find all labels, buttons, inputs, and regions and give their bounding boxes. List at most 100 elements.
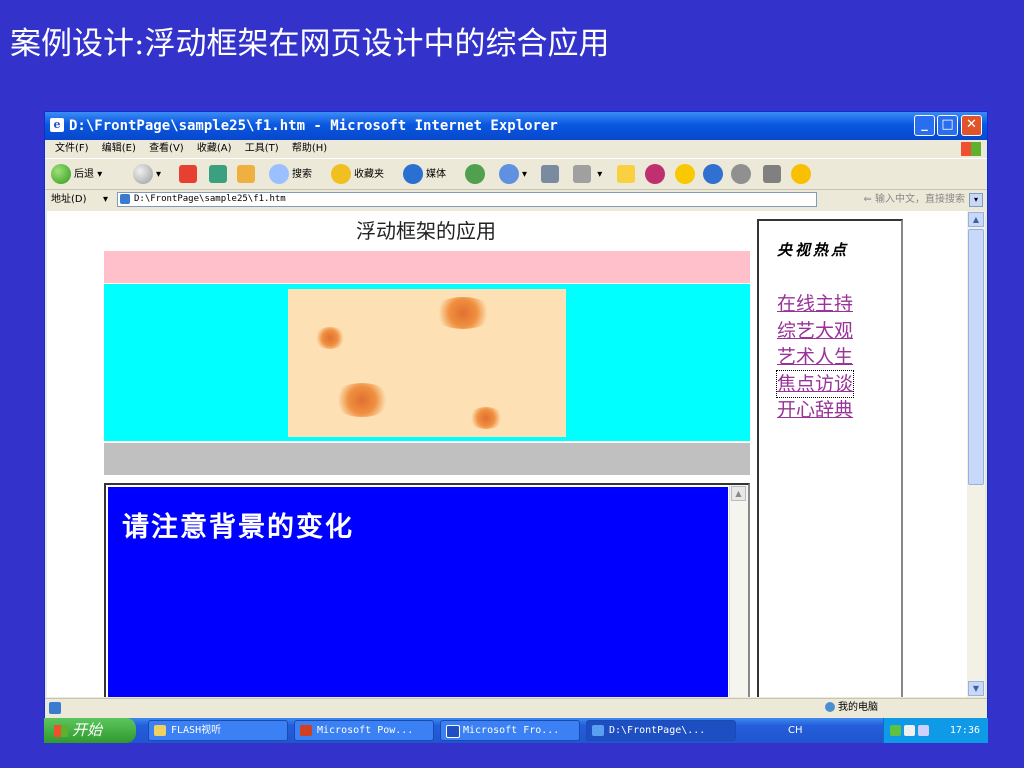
smiley-icon xyxy=(791,164,811,184)
iframe-scroll-up-icon[interactable]: ▲ xyxy=(731,486,746,501)
menu-view[interactable]: 查看(V) xyxy=(149,140,184,158)
back-dropdown-icon[interactable]: ▾ xyxy=(97,169,102,180)
menu-tools[interactable]: 工具(T) xyxy=(245,140,279,158)
gray-band xyxy=(104,443,750,475)
folder-icon xyxy=(617,165,635,183)
title-bar[interactable]: e D:\FrontPage\sample25\f1.htm - Microso… xyxy=(45,112,987,140)
start-label: 开始 xyxy=(72,721,103,739)
side-links: 在线主持 综艺大观 艺术人生 焦点访谈 开心辞典 xyxy=(775,291,855,424)
page-scrollbar[interactable]: ▲ ▼ xyxy=(967,211,985,697)
msn-button[interactable] xyxy=(645,164,668,186)
link-yishu-rensheng[interactable]: 艺术人生 xyxy=(777,344,853,371)
powerpoint-icon xyxy=(300,725,312,736)
film-button[interactable] xyxy=(763,164,784,186)
msn-butterfly-icon xyxy=(645,164,665,184)
home-button[interactable] xyxy=(237,164,258,186)
yellow-emoticon-button[interactable] xyxy=(675,164,698,186)
task-powerpoint-label: Microsoft Pow... xyxy=(317,725,414,736)
mail-icon xyxy=(499,164,519,184)
media-icon xyxy=(403,164,423,184)
search-hint-text: 输入中文，直接搜索 xyxy=(875,194,965,205)
refresh-icon xyxy=(209,165,227,183)
ie-icon xyxy=(592,725,604,736)
chat-bubble-icon xyxy=(731,164,751,184)
menu-edit[interactable]: 编辑(E) xyxy=(102,140,136,158)
floating-iframe[interactable]: 请注意背景的变化 ▲ xyxy=(104,483,750,697)
clock: 17:36 xyxy=(949,725,980,736)
back-label: 后退 xyxy=(74,169,94,180)
forward-button[interactable]: ▾ xyxy=(133,164,161,186)
messenger-button[interactable] xyxy=(703,164,726,186)
favorites-label: 收藏夹 xyxy=(354,169,384,180)
ie-window: e D:\FrontPage\sample25\f1.htm - Microso… xyxy=(44,111,988,743)
address-input[interactable]: D:\FrontPage\sample25\f1.htm xyxy=(117,192,817,207)
taskbar: 开始 FLASH视听 Microsoft Pow... Microsoft Fr… xyxy=(44,718,988,743)
address-label-dropdown-icon[interactable]: ▾ xyxy=(103,190,108,210)
history-button[interactable] xyxy=(465,164,488,186)
forward-dropdown-icon[interactable]: ▾ xyxy=(156,169,161,180)
computer-icon xyxy=(825,702,835,712)
task-frontpage[interactable]: Microsoft Fro... xyxy=(440,720,580,741)
maximize-button[interactable]: □ xyxy=(937,115,958,136)
tray-monitor-icon[interactable] xyxy=(904,725,915,736)
search-icon xyxy=(269,164,289,184)
folder-button[interactable] xyxy=(617,164,638,186)
scroll-thumb[interactable] xyxy=(968,229,984,485)
print-button[interactable] xyxy=(541,164,562,186)
link-zongyi-daguan[interactable]: 综艺大观 xyxy=(777,318,853,345)
start-button[interactable]: 开始 xyxy=(44,718,136,743)
menu-help[interactable]: 帮助(H) xyxy=(292,140,327,158)
toolbar: 后退 ▾ ▾ 搜索 收藏夹 媒体 ▾ ▾ xyxy=(45,158,987,190)
system-tray: 17:36 xyxy=(883,718,988,743)
edit-dropdown-icon[interactable]: ▾ xyxy=(597,169,602,180)
language-indicator[interactable]: CH xyxy=(788,718,803,743)
back-button[interactable]: 后退 ▾ xyxy=(51,164,102,186)
refresh-button[interactable] xyxy=(209,164,230,186)
edit-icon xyxy=(573,165,591,183)
tray-speaker-icon[interactable] xyxy=(918,725,929,736)
task-powerpoint[interactable]: Microsoft Pow... xyxy=(294,720,434,741)
language-label: CH xyxy=(788,725,803,736)
iframe-message: 请注意背景的变化 xyxy=(122,512,354,543)
windows-logo-icon xyxy=(961,142,981,156)
link-jiaodian-fangtan[interactable]: 焦点访谈 xyxy=(775,369,855,398)
link-kaixin-cidian[interactable]: 开心辞典 xyxy=(777,397,853,424)
smiley-button[interactable] xyxy=(791,164,814,186)
search-button[interactable]: 搜索 xyxy=(269,164,312,186)
link-zaixian-zhuchi[interactable]: 在线主持 xyxy=(777,291,853,318)
chat-button[interactable] xyxy=(731,164,754,186)
mail-dropdown-icon[interactable]: ▾ xyxy=(522,169,527,180)
close-button[interactable]: ✕ xyxy=(961,115,982,136)
search-hint[interactable]: ⇐ 输入中文，直接搜索 xyxy=(863,190,965,210)
pink-band xyxy=(104,251,750,283)
task-ie[interactable]: D:\FrontPage\... xyxy=(586,720,736,741)
task-flash-label: FLASH视听 xyxy=(171,725,222,736)
menu-file[interactable]: 文件(F) xyxy=(55,140,89,158)
forward-arrow-icon xyxy=(133,164,153,184)
favorites-star-icon xyxy=(331,164,351,184)
page-heading: 浮动框架的应用 xyxy=(356,219,496,243)
scroll-down-icon[interactable]: ▼ xyxy=(968,681,984,696)
minimize-button[interactable]: _ xyxy=(914,115,935,136)
side-title: 央视热点 xyxy=(777,241,850,259)
media-button[interactable]: 媒体 xyxy=(403,164,446,186)
stop-button[interactable] xyxy=(179,164,200,186)
task-flash[interactable]: FLASH视听 xyxy=(148,720,288,741)
messenger-icon xyxy=(703,164,723,184)
tray-network-icon[interactable] xyxy=(890,725,901,736)
mail-button[interactable]: ▾ xyxy=(499,164,527,186)
ie-logo-icon: e xyxy=(50,118,64,132)
iframe-scrollbar[interactable]: ▲ xyxy=(729,485,748,697)
back-arrow-icon xyxy=(51,164,71,184)
menu-favorites[interactable]: 收藏(A) xyxy=(197,140,232,158)
maple-leaf-image xyxy=(288,289,566,437)
print-icon xyxy=(541,165,559,183)
scroll-up-icon[interactable]: ▲ xyxy=(968,212,984,227)
favorites-button[interactable]: 收藏夹 xyxy=(331,164,384,186)
edit-button[interactable]: ▾ xyxy=(573,164,602,186)
emoticon-icon xyxy=(675,164,695,184)
address-dropdown-button[interactable]: ▾ xyxy=(969,193,983,207)
slide-title: 案例设计:浮动框架在网页设计中的综合应用 xyxy=(10,26,610,62)
side-panel: 央视热点 在线主持 综艺大观 艺术人生 焦点访谈 开心辞典 xyxy=(757,219,903,697)
stop-icon xyxy=(179,165,197,183)
